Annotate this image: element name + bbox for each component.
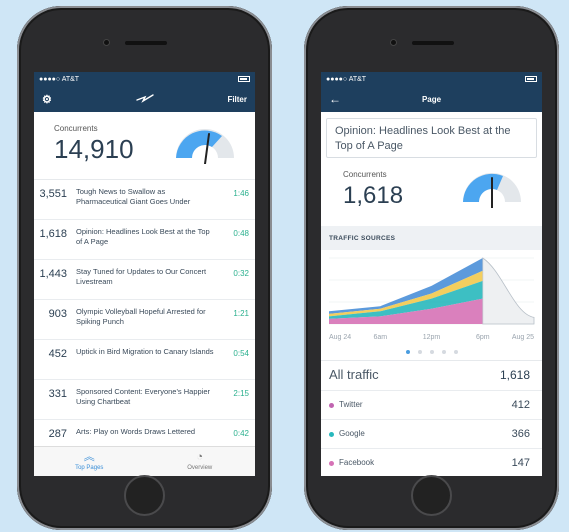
- concurrents-label: Concurrents: [54, 124, 98, 133]
- carrier-text: ●●●●○ AT&T: [326, 75, 367, 83]
- engaged-time: 2:15: [233, 389, 249, 398]
- pager-dots: [321, 350, 542, 354]
- list-item[interactable]: 3,551 Tough News to Swallow as Pharmaceut…: [34, 180, 255, 220]
- page-title: Opinion: Headlines Look Best at the Top …: [326, 118, 537, 158]
- traffic-source-row[interactable]: Twitter 412: [321, 390, 542, 419]
- phone-left: ●●●●○ AT&T ⚙ Filter Concurrents 14,910 3…: [17, 6, 272, 530]
- pager-dot[interactable]: [429, 350, 434, 354]
- engaged-time: 1:46: [233, 189, 249, 198]
- concurrent-count: 287: [48, 428, 67, 440]
- pager-dot[interactable]: [441, 350, 446, 354]
- camera: [390, 39, 397, 46]
- article-title: Sponsored Content: Everyone's Happier Us…: [76, 387, 211, 406]
- article-title: Stay Tuned for Updates to Our Concert Li…: [76, 267, 207, 286]
- source-label: Google: [339, 429, 365, 438]
- list-item[interactable]: 1,443 Stay Tuned for Updates to Our Conce…: [34, 260, 255, 300]
- concurrents-panel: Concurrents 14,910: [34, 112, 255, 180]
- tab-label: Top Pages: [75, 465, 104, 471]
- home-button[interactable]: [124, 475, 165, 516]
- list-item[interactable]: 331 Sponsored Content: Everyone's Happier…: [34, 380, 255, 420]
- navbar-title: Page: [421, 94, 442, 104]
- concurrent-count: 452: [48, 348, 67, 360]
- concurrent-count: 331: [48, 388, 67, 400]
- list-item[interactable]: 452 Uptick in Bird Migration to Canary Is…: [34, 340, 255, 380]
- chevrons-up-icon: ︽: [83, 451, 95, 463]
- list-item[interactable]: 903 Olympic Volleyball Hopeful Arrested f…: [34, 300, 255, 340]
- tab-top-pages[interactable]: ︽ Top Pages: [34, 447, 145, 476]
- chartbeat-logo-icon[interactable]: [135, 93, 154, 103]
- concurrent-count: 1,618: [39, 228, 67, 240]
- battery-icon: [238, 75, 250, 83]
- x-tick-label: Aug 24: [329, 334, 351, 341]
- concurrent-count: 1,443: [39, 268, 67, 280]
- tab-bar: ︽ Top Pages ◔ Overview: [34, 446, 255, 476]
- article-title: Opinion: Headlines Look Best at the Top …: [76, 227, 210, 246]
- engaged-time: 0:42: [233, 429, 249, 438]
- engaged-time: 0:48: [233, 229, 249, 238]
- dashboard-icon: ◔: [196, 451, 204, 463]
- source-value: 412: [511, 399, 530, 411]
- section-header: TRAFFIC SOURCES: [321, 226, 542, 250]
- concurrent-count: 3,551: [39, 188, 67, 200]
- pager-dot[interactable]: [405, 350, 410, 354]
- phone-right: ●●●●○ AT&T ← Page Opinion: Headlines Loo…: [304, 6, 559, 530]
- speaker: [125, 41, 167, 45]
- x-tick-label: Aug 25: [512, 334, 534, 341]
- filter-button[interactable]: Filter: [227, 95, 247, 104]
- concurrents-label: Concurrents: [343, 170, 387, 179]
- engaged-time: 0:32: [233, 269, 249, 278]
- article-title: Olympic Volleyball Hopeful Arrested for …: [76, 307, 206, 326]
- traffic-source-row[interactable]: Facebook 147: [321, 448, 542, 476]
- gear-icon[interactable]: ⚙: [42, 93, 52, 106]
- source-color-dot: [329, 461, 334, 466]
- article-title: Tough News to Swallow as Pharmaceutical …: [76, 187, 191, 206]
- traffic-sources-list: Twitter 412 Google 366 Facebook 147: [321, 390, 542, 476]
- concurrent-count: 903: [48, 308, 67, 320]
- engaged-time: 0:54: [233, 349, 249, 358]
- concurrents-value: 14,910: [54, 134, 134, 164]
- x-tick-label: 6pm: [476, 334, 490, 341]
- back-arrow-icon[interactable]: ←: [329, 92, 341, 106]
- traffic-source-row[interactable]: Google 366: [321, 419, 542, 448]
- navbar: ⚙ Filter: [34, 86, 255, 112]
- screen-page-detail: ●●●●○ AT&T ← Page Opinion: Headlines Loo…: [321, 72, 542, 476]
- article-title: Arts: Play on Words Draws Lettered: [76, 427, 196, 436]
- list-item[interactable]: 1,618 Opinion: Headlines Look Best at the…: [34, 220, 255, 260]
- projected-area: [482, 257, 535, 325]
- status-bar: ●●●●○ AT&T: [321, 72, 542, 86]
- source-label: Twitter: [339, 400, 363, 409]
- all-traffic-row[interactable]: All traffic 1,618: [321, 360, 542, 390]
- camera: [103, 39, 110, 46]
- tab-label: Overview: [187, 465, 213, 471]
- gauge-icon: [463, 173, 521, 208]
- source-color-dot: [329, 403, 334, 408]
- pager-dot[interactable]: [417, 350, 422, 354]
- home-button[interactable]: [411, 475, 452, 516]
- tab-overview[interactable]: ◔ Overview: [145, 447, 256, 476]
- concurrents-panel: Concurrents 1,618: [321, 158, 542, 226]
- gauge-icon: [176, 129, 234, 164]
- status-bar: ●●●●○ AT&T: [34, 72, 255, 86]
- carrier-text: ●●●●○ AT&T: [39, 75, 80, 83]
- x-tick-label: 12pm: [423, 334, 441, 341]
- traffic-chart: Aug 24 6am 12pm 6pm Aug 25: [321, 250, 542, 360]
- top-pages-list: 3,551 Tough News to Swallow as Pharmaceut…: [34, 180, 255, 460]
- x-tick-label: 6am: [373, 334, 387, 341]
- source-color-dot: [329, 432, 334, 437]
- source-value: 147: [511, 457, 530, 469]
- battery-icon: [525, 75, 537, 83]
- pager-dot[interactable]: [453, 350, 458, 354]
- all-traffic-value: 1,618: [499, 368, 530, 382]
- concurrents-value: 1,618: [343, 182, 404, 209]
- source-value: 366: [511, 428, 530, 440]
- article-title: Uptick in Bird Migration to Canary Islan…: [76, 347, 214, 356]
- navbar: ← Page: [321, 86, 542, 112]
- source-label: Facebook: [339, 458, 375, 467]
- screen-top-pages: ●●●●○ AT&T ⚙ Filter Concurrents 14,910 3…: [34, 72, 255, 476]
- engaged-time: 1:21: [233, 309, 249, 318]
- traffic-area-chart: Aug 24 6am 12pm 6pm Aug 25: [329, 257, 535, 341]
- all-traffic-label: All traffic: [329, 367, 379, 382]
- speaker: [412, 41, 454, 45]
